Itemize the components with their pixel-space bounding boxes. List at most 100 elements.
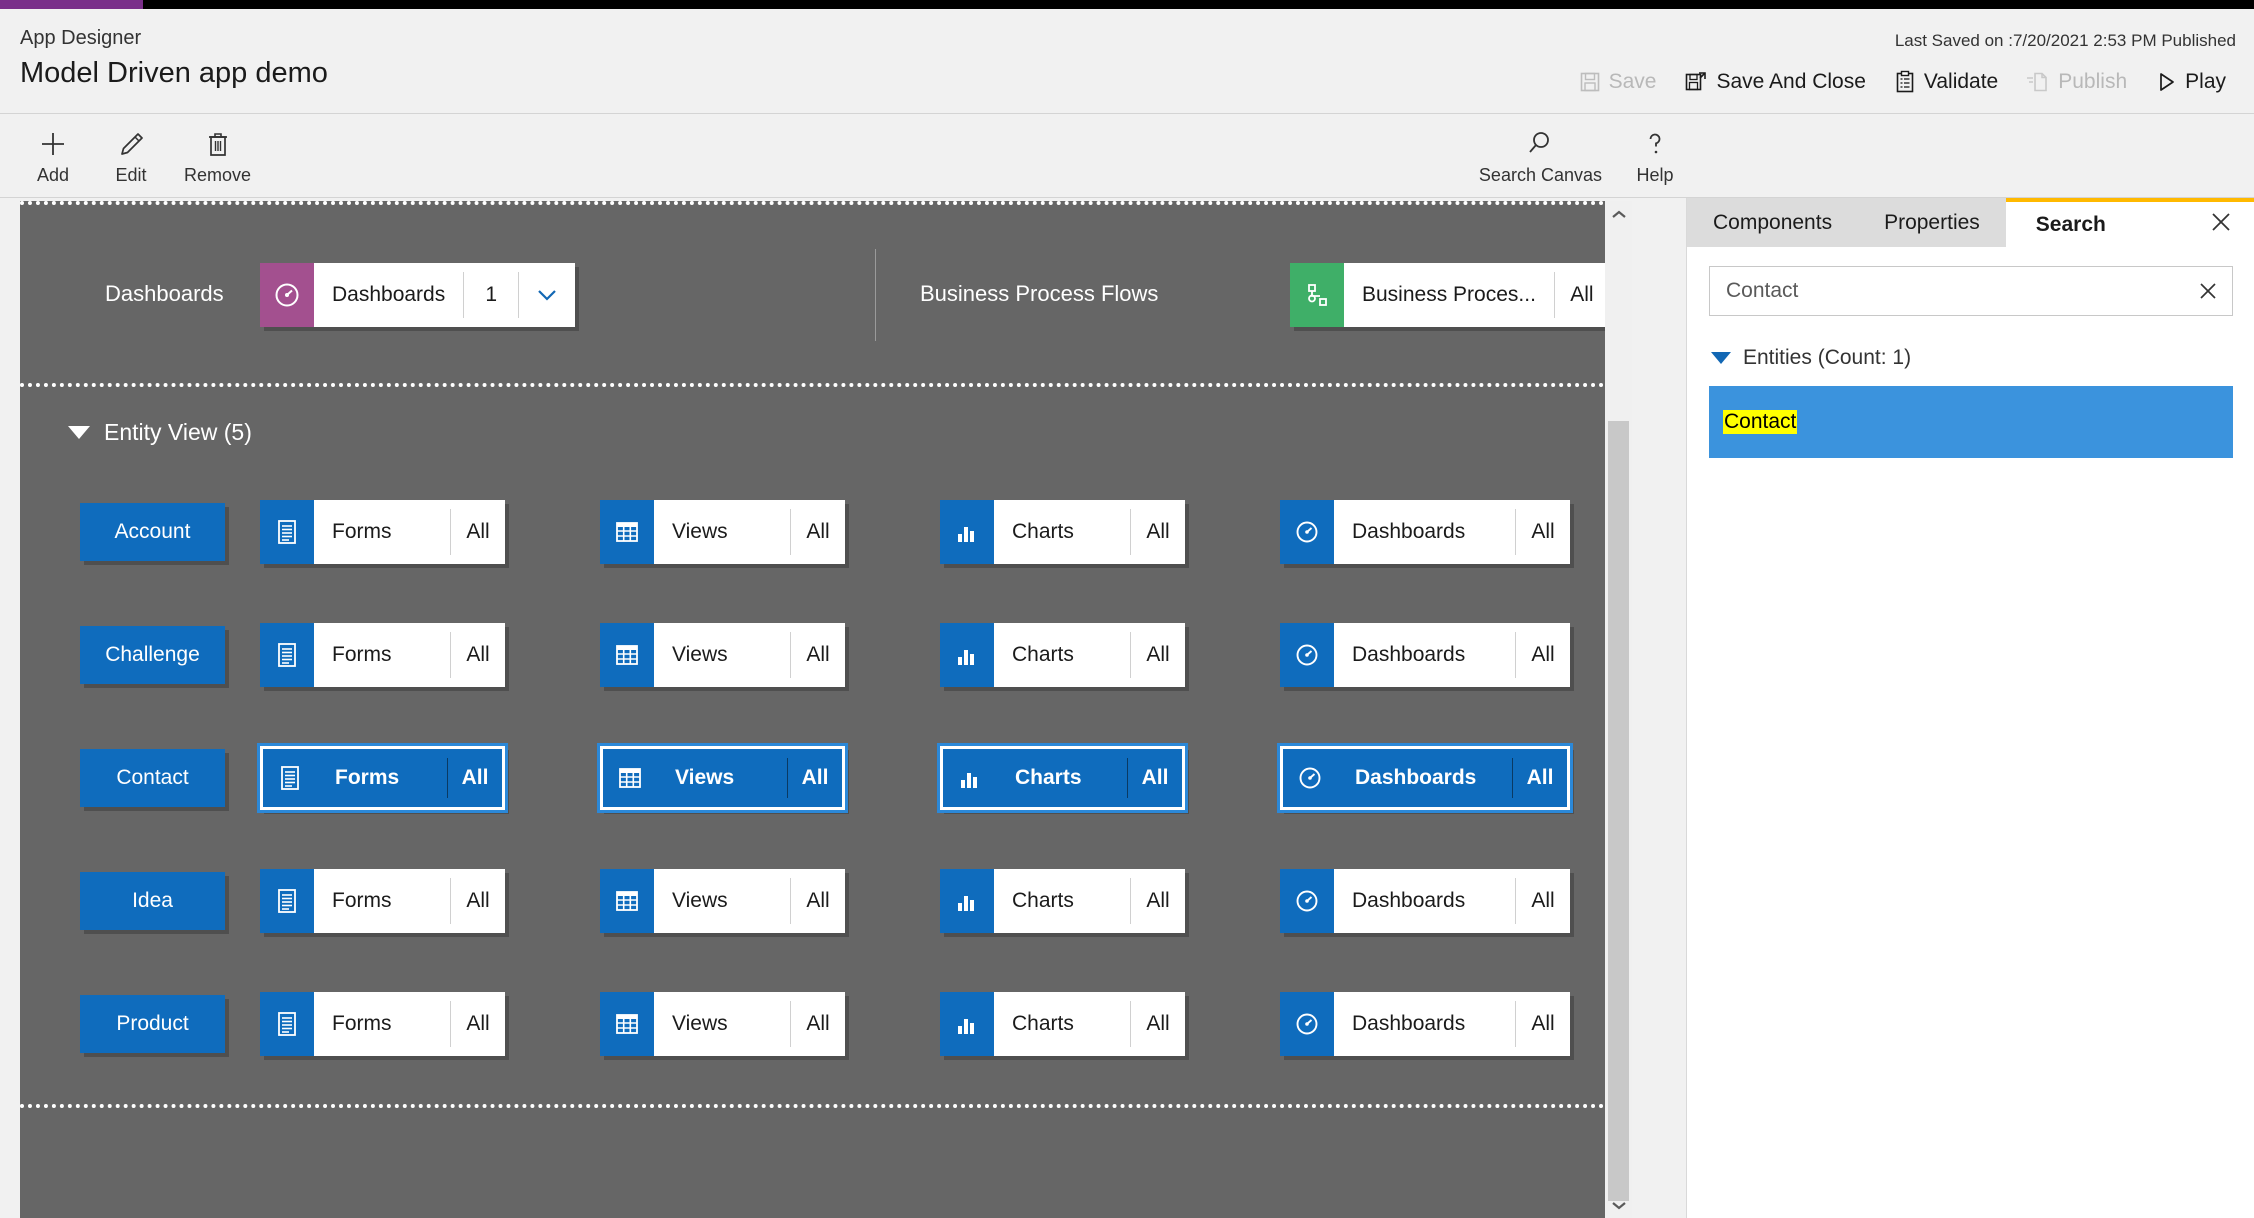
tile-idea-views[interactable]: Views All bbox=[600, 869, 845, 933]
tile-challenge-views[interactable]: Views All bbox=[600, 623, 845, 687]
entity-row: Idea Forms All Views All Charts All Dashboards A… bbox=[20, 852, 1605, 975]
form-document-icon bbox=[260, 869, 314, 933]
tile-name: Charts bbox=[1012, 643, 1074, 666]
tile-challenge-forms[interactable]: Forms All bbox=[260, 623, 505, 687]
form-document-icon bbox=[260, 992, 314, 1056]
command-bar: Add Edit Remove Search Canvas Help bbox=[0, 113, 2254, 198]
grid-table-icon bbox=[603, 749, 657, 807]
tile-count: All bbox=[806, 1012, 830, 1035]
save-and-close-label: Save And Close bbox=[1716, 70, 1866, 93]
clear-search-icon[interactable] bbox=[2184, 281, 2232, 301]
group-collapse-triangle-icon[interactable] bbox=[1711, 352, 1731, 364]
tile-name: Views bbox=[672, 643, 728, 666]
tab-properties-label: Properties bbox=[1884, 210, 1980, 234]
scrollbar-thumb[interactable] bbox=[1608, 421, 1629, 1201]
designer-canvas: Dashboards Dashboards 1 Business Process… bbox=[20, 201, 1632, 1218]
tile-idea-forms[interactable]: Forms All bbox=[260, 869, 505, 933]
tile-name: Dashboards bbox=[1352, 1012, 1466, 1035]
grid-table-icon bbox=[600, 992, 654, 1056]
tab-components[interactable]: Components bbox=[1687, 198, 1858, 247]
add-label: Add bbox=[36, 165, 70, 185]
bar-chart-icon bbox=[940, 623, 994, 687]
validate-button[interactable]: Validate bbox=[1880, 64, 2012, 100]
dashboards-tile[interactable]: Dashboards 1 bbox=[260, 263, 576, 327]
tile-count: All bbox=[806, 889, 830, 912]
tile-count: All bbox=[466, 643, 490, 666]
tile-count: All bbox=[1146, 643, 1170, 666]
tile-account-views[interactable]: Views All bbox=[600, 500, 845, 564]
bpf-tile-count: All bbox=[1570, 283, 1594, 306]
bar-chart-icon bbox=[943, 749, 997, 807]
tile-idea-charts[interactable]: Charts All bbox=[940, 869, 1185, 933]
tile-count: All bbox=[1531, 643, 1555, 666]
save-button-label: Save bbox=[1608, 70, 1657, 93]
tile-account-forms[interactable]: Forms All bbox=[260, 500, 505, 564]
tile-contact-views[interactable]: Views All bbox=[600, 746, 845, 810]
collapse-triangle-icon[interactable] bbox=[68, 426, 90, 439]
grid-table-icon bbox=[600, 500, 654, 564]
tile-name: Forms bbox=[332, 643, 392, 666]
scroll-up-arrow[interactable] bbox=[1605, 201, 1632, 228]
tab-search[interactable]: Search bbox=[2005, 198, 2254, 247]
publish-icon bbox=[2026, 70, 2050, 94]
add-button[interactable]: Add bbox=[14, 123, 92, 190]
save-and-close-button[interactable]: Save And Close bbox=[1670, 64, 1879, 100]
tile-contact-charts[interactable]: Charts All bbox=[940, 746, 1185, 810]
entity-view-header[interactable]: Entity View (5) bbox=[68, 419, 252, 446]
entity-button-product[interactable]: Product bbox=[80, 995, 225, 1053]
search-canvas-button[interactable]: Search Canvas bbox=[1465, 123, 1616, 190]
bar-chart-icon bbox=[940, 869, 994, 933]
entity-button-account[interactable]: Account bbox=[80, 503, 225, 561]
entities-group-header[interactable]: Entities (Count: 1) bbox=[1711, 346, 1911, 370]
search-result-item[interactable]: Contact bbox=[1709, 386, 2233, 458]
command-bar-right: Search Canvas Help bbox=[1465, 114, 1694, 199]
save-button[interactable]: Save bbox=[1565, 64, 1671, 100]
tile-product-dashboards[interactable]: Dashboards All bbox=[1280, 992, 1570, 1056]
canvas-scrollbar[interactable] bbox=[1605, 201, 1632, 1218]
command-bar-left: Add Edit Remove bbox=[14, 114, 265, 199]
tile-challenge-dashboards[interactable]: Dashboards All bbox=[1280, 623, 1570, 687]
form-document-icon bbox=[260, 623, 314, 687]
entity-section-divider bbox=[20, 1104, 1605, 1108]
entity-button-challenge[interactable]: Challenge bbox=[80, 626, 225, 684]
remove-button[interactable]: Remove bbox=[170, 123, 265, 190]
tile-contact-dashboards[interactable]: Dashboards All bbox=[1280, 746, 1570, 810]
tile-name: Dashboards bbox=[1355, 766, 1477, 789]
tile-idea-dashboards[interactable]: Dashboards All bbox=[1280, 869, 1570, 933]
edit-label: Edit bbox=[115, 165, 147, 185]
tile-product-forms[interactable]: Forms All bbox=[260, 992, 505, 1056]
publish-button[interactable]: Publish bbox=[2012, 64, 2141, 100]
close-icon[interactable] bbox=[2210, 211, 2232, 239]
clipboard-check-icon bbox=[1894, 70, 1916, 94]
tile-account-charts[interactable]: Charts All bbox=[940, 500, 1185, 564]
entity-button-idea[interactable]: Idea bbox=[80, 872, 225, 930]
chevron-down-icon[interactable] bbox=[519, 263, 575, 327]
search-field[interactable] bbox=[1709, 266, 2233, 316]
scroll-down-arrow[interactable] bbox=[1605, 1191, 1632, 1218]
entity-rows: Account Forms All Views All Charts All Dashboar… bbox=[20, 483, 1605, 1108]
entity-button-contact[interactable]: Contact bbox=[80, 749, 225, 807]
tile-name: Views bbox=[672, 889, 728, 912]
help-button[interactable]: Help bbox=[1616, 123, 1694, 190]
tile-product-views[interactable]: Views All bbox=[600, 992, 845, 1056]
tile-product-charts[interactable]: Charts All bbox=[940, 992, 1185, 1056]
tile-challenge-charts[interactable]: Charts All bbox=[940, 623, 1185, 687]
save-icon bbox=[1579, 71, 1601, 93]
tile-contact-forms[interactable]: Forms All bbox=[260, 746, 505, 810]
band-divider-top bbox=[20, 201, 1605, 205]
play-button[interactable]: Play bbox=[2141, 64, 2240, 100]
tile-count: All bbox=[466, 889, 490, 912]
question-icon bbox=[1640, 127, 1670, 161]
business-process-flows-tile[interactable]: Business Proces... All bbox=[1290, 263, 1609, 327]
top-accent-strip bbox=[0, 0, 2254, 9]
edit-button[interactable]: Edit bbox=[92, 123, 170, 190]
tile-count: All bbox=[1526, 766, 1554, 789]
search-result-label: Contact bbox=[1723, 410, 1798, 434]
bar-chart-icon bbox=[940, 500, 994, 564]
tab-properties[interactable]: Properties bbox=[1858, 198, 2006, 247]
entity-row: Account Forms All Views All Charts All Dashboar… bbox=[20, 483, 1605, 606]
search-input[interactable] bbox=[1710, 279, 2184, 303]
search-icon bbox=[1525, 127, 1555, 161]
tile-account-dashboards[interactable]: Dashboards All bbox=[1280, 500, 1570, 564]
tile-name: Charts bbox=[1012, 520, 1074, 543]
